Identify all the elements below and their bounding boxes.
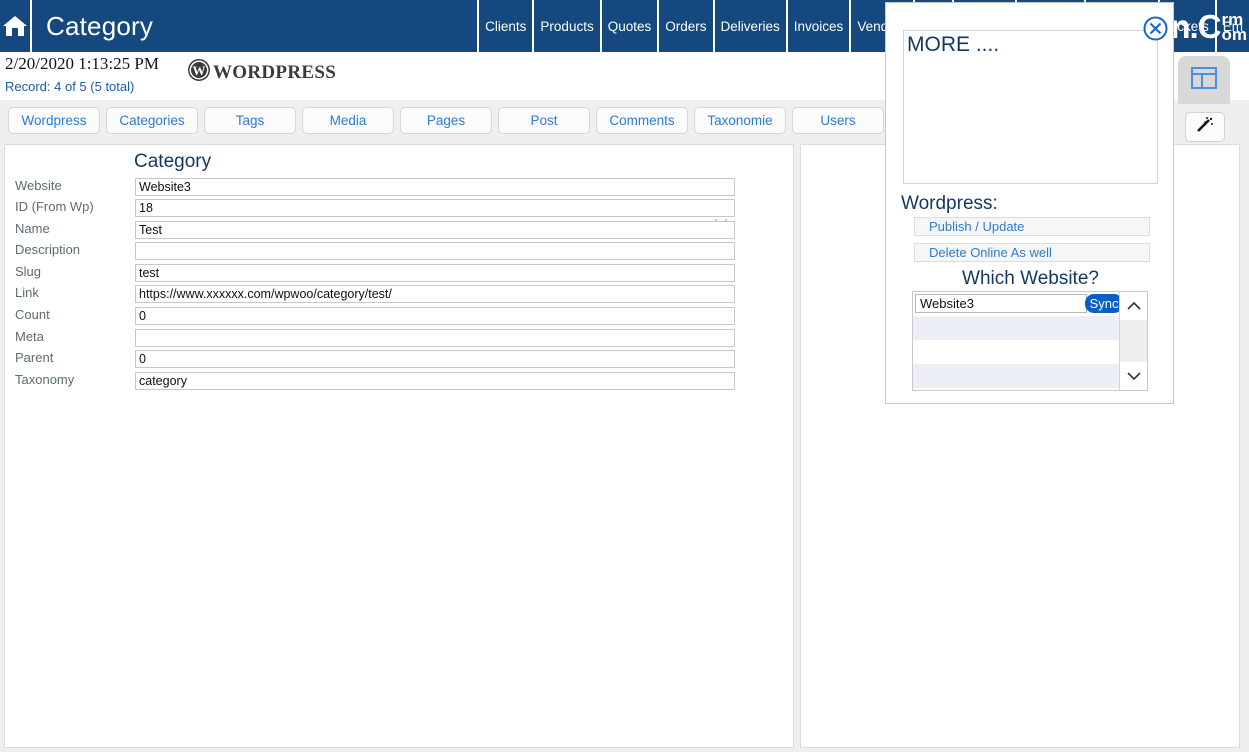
chevron-down-icon [1127,372,1141,381]
label-name: Name [15,221,50,236]
magic-wand-button[interactable] [1185,112,1225,142]
form-title: Category [134,151,212,172]
input-description[interactable] [135,242,735,260]
tab-tags[interactable]: Tags [204,106,296,134]
publish-update-button[interactable]: Publish / Update [914,217,1150,236]
tab-users[interactable]: Users [792,106,884,134]
wordpress-logo: W WORDPRESS [188,59,336,86]
input-link[interactable]: https://www.xxxxxx.com/wpwoo/category/te… [135,285,735,303]
chevron-up-icon [1127,301,1141,310]
listbox-scrollbar[interactable] [1119,292,1148,390]
nav-item-deliveries[interactable]: Deliveries [712,0,786,52]
website-list-rows: Website3 Sync [913,292,1123,390]
nav-item-products[interactable]: Products [532,0,599,52]
list-item[interactable]: Website3 Sync [913,292,1123,316]
timestamp: 2/20/2020 1:13:25 PM [5,54,159,73]
tab-taxonomie[interactable]: Taxonomie [694,106,786,134]
label-link: Link [15,285,39,300]
more-textarea[interactable]: MORE .... [903,30,1158,184]
scroll-up-button[interactable] [1120,292,1147,320]
which-website-heading: Which Website? [962,268,1099,289]
label-parent: Parent [15,350,54,365]
label-meta: Meta [15,329,44,344]
input-parent[interactable]: 0 [135,350,735,368]
tab-post[interactable]: Post [498,106,590,134]
input-meta[interactable] [135,329,735,347]
category-form-panel: Category Website Website3 ID (From Wp) 1… [4,144,794,748]
input-website[interactable]: Website3 [135,178,735,196]
label-description: Description [15,242,81,257]
app-logo: n.C rm om [1170,0,1247,52]
side-tab-group [1178,56,1234,142]
tab-media[interactable]: Media [302,106,394,134]
label-slug: Slug [15,264,42,279]
label-taxonomy: Taxonomy [15,372,75,387]
wordpress-logo-text: WORDPRESS [213,61,337,83]
label-id-from-wp: ID (From Wp) [15,199,94,214]
input-slug[interactable]: test [135,264,735,282]
logo-main-text: n.C [1170,7,1221,45]
nav-item-invoices[interactable]: Invoices [785,0,850,52]
scroll-down-button[interactable] [1120,362,1147,390]
record-counter: Record: 4 of 5 (5 total) [5,79,135,94]
home-button[interactable] [0,0,32,52]
website-listbox[interactable]: Website3 Sync [912,291,1148,391]
list-item[interactable] [913,316,1120,340]
tab-wordpress[interactable]: Wordpress [8,106,100,134]
nav-item-orders[interactable]: Orders [657,0,712,52]
input-name[interactable]: Test [135,221,735,239]
magic-wand-icon [1195,116,1215,139]
list-item[interactable] [913,340,1119,364]
delete-online-button[interactable]: Delete Online As well [914,243,1150,262]
input-id-from-wp[interactable]: 18 [135,199,735,217]
svg-text:W: W [193,63,206,78]
sync-button[interactable]: Sync [1085,294,1123,313]
close-popup-button[interactable] [1143,16,1168,41]
logo-bottom-text: om [1221,25,1248,44]
layout-panel-button[interactable] [1178,56,1230,104]
tab-pages[interactable]: Pages [400,106,492,134]
tab-comments[interactable]: Comments [596,106,688,134]
label-count: Count [15,307,50,322]
layout-panel-icon [1191,66,1217,94]
nav-item-quotes[interactable]: Quotes [599,0,658,52]
wordpress-mark-icon: W [188,59,210,86]
selected-website-value[interactable]: Website3 [915,294,1087,313]
home-icon [2,14,28,38]
label-website: Website [15,178,62,193]
input-taxonomy[interactable]: category [135,372,735,390]
tab-categories[interactable]: Categories [106,106,198,134]
list-item[interactable] [913,364,1120,388]
nav-item-clients[interactable]: Clients [477,0,532,52]
scrollbar-thumb[interactable] [1120,320,1148,362]
input-count[interactable]: 0 [135,307,735,325]
more-popup-dialog: MORE .... Wordpress: Publish / Update De… [885,2,1174,404]
page-title: Category [46,10,154,41]
close-circle-icon [1143,16,1168,45]
wordpress-section-heading: Wordpress: [901,193,998,214]
